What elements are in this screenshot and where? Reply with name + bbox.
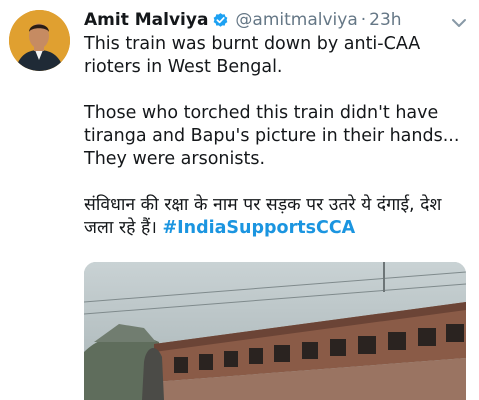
tweet-header: Amit Malviya @amitmalviya · 23h xyxy=(84,9,402,31)
video-thumbnail[interactable] xyxy=(84,262,466,400)
author-handle[interactable]: @amitmalviya xyxy=(235,10,357,30)
avatar[interactable] xyxy=(9,10,70,71)
verified-badge-icon xyxy=(212,12,229,29)
tweet-body: This train was burnt down by anti-CAA ri… xyxy=(84,33,472,240)
separator-dot: · xyxy=(360,10,367,30)
tweet-paragraph: Those who torched this train didn't have… xyxy=(84,103,460,169)
tweet-card[interactable]: Amit Malviya @amitmalviya · 23h This tra… xyxy=(0,0,479,400)
author-name[interactable]: Amit Malviya xyxy=(84,10,208,30)
tweet-paragraph-hindi: संविधान की रक्षा के नाम पर सड़क पर उतरे … xyxy=(84,194,472,240)
chevron-down-icon[interactable] xyxy=(451,14,467,27)
hashtag-link[interactable]: #IndiaSupportsCCA xyxy=(162,218,355,238)
timestamp[interactable]: 23h xyxy=(369,10,401,30)
tweet-paragraph: This train was burnt down by anti-CAA ri… xyxy=(84,34,421,77)
